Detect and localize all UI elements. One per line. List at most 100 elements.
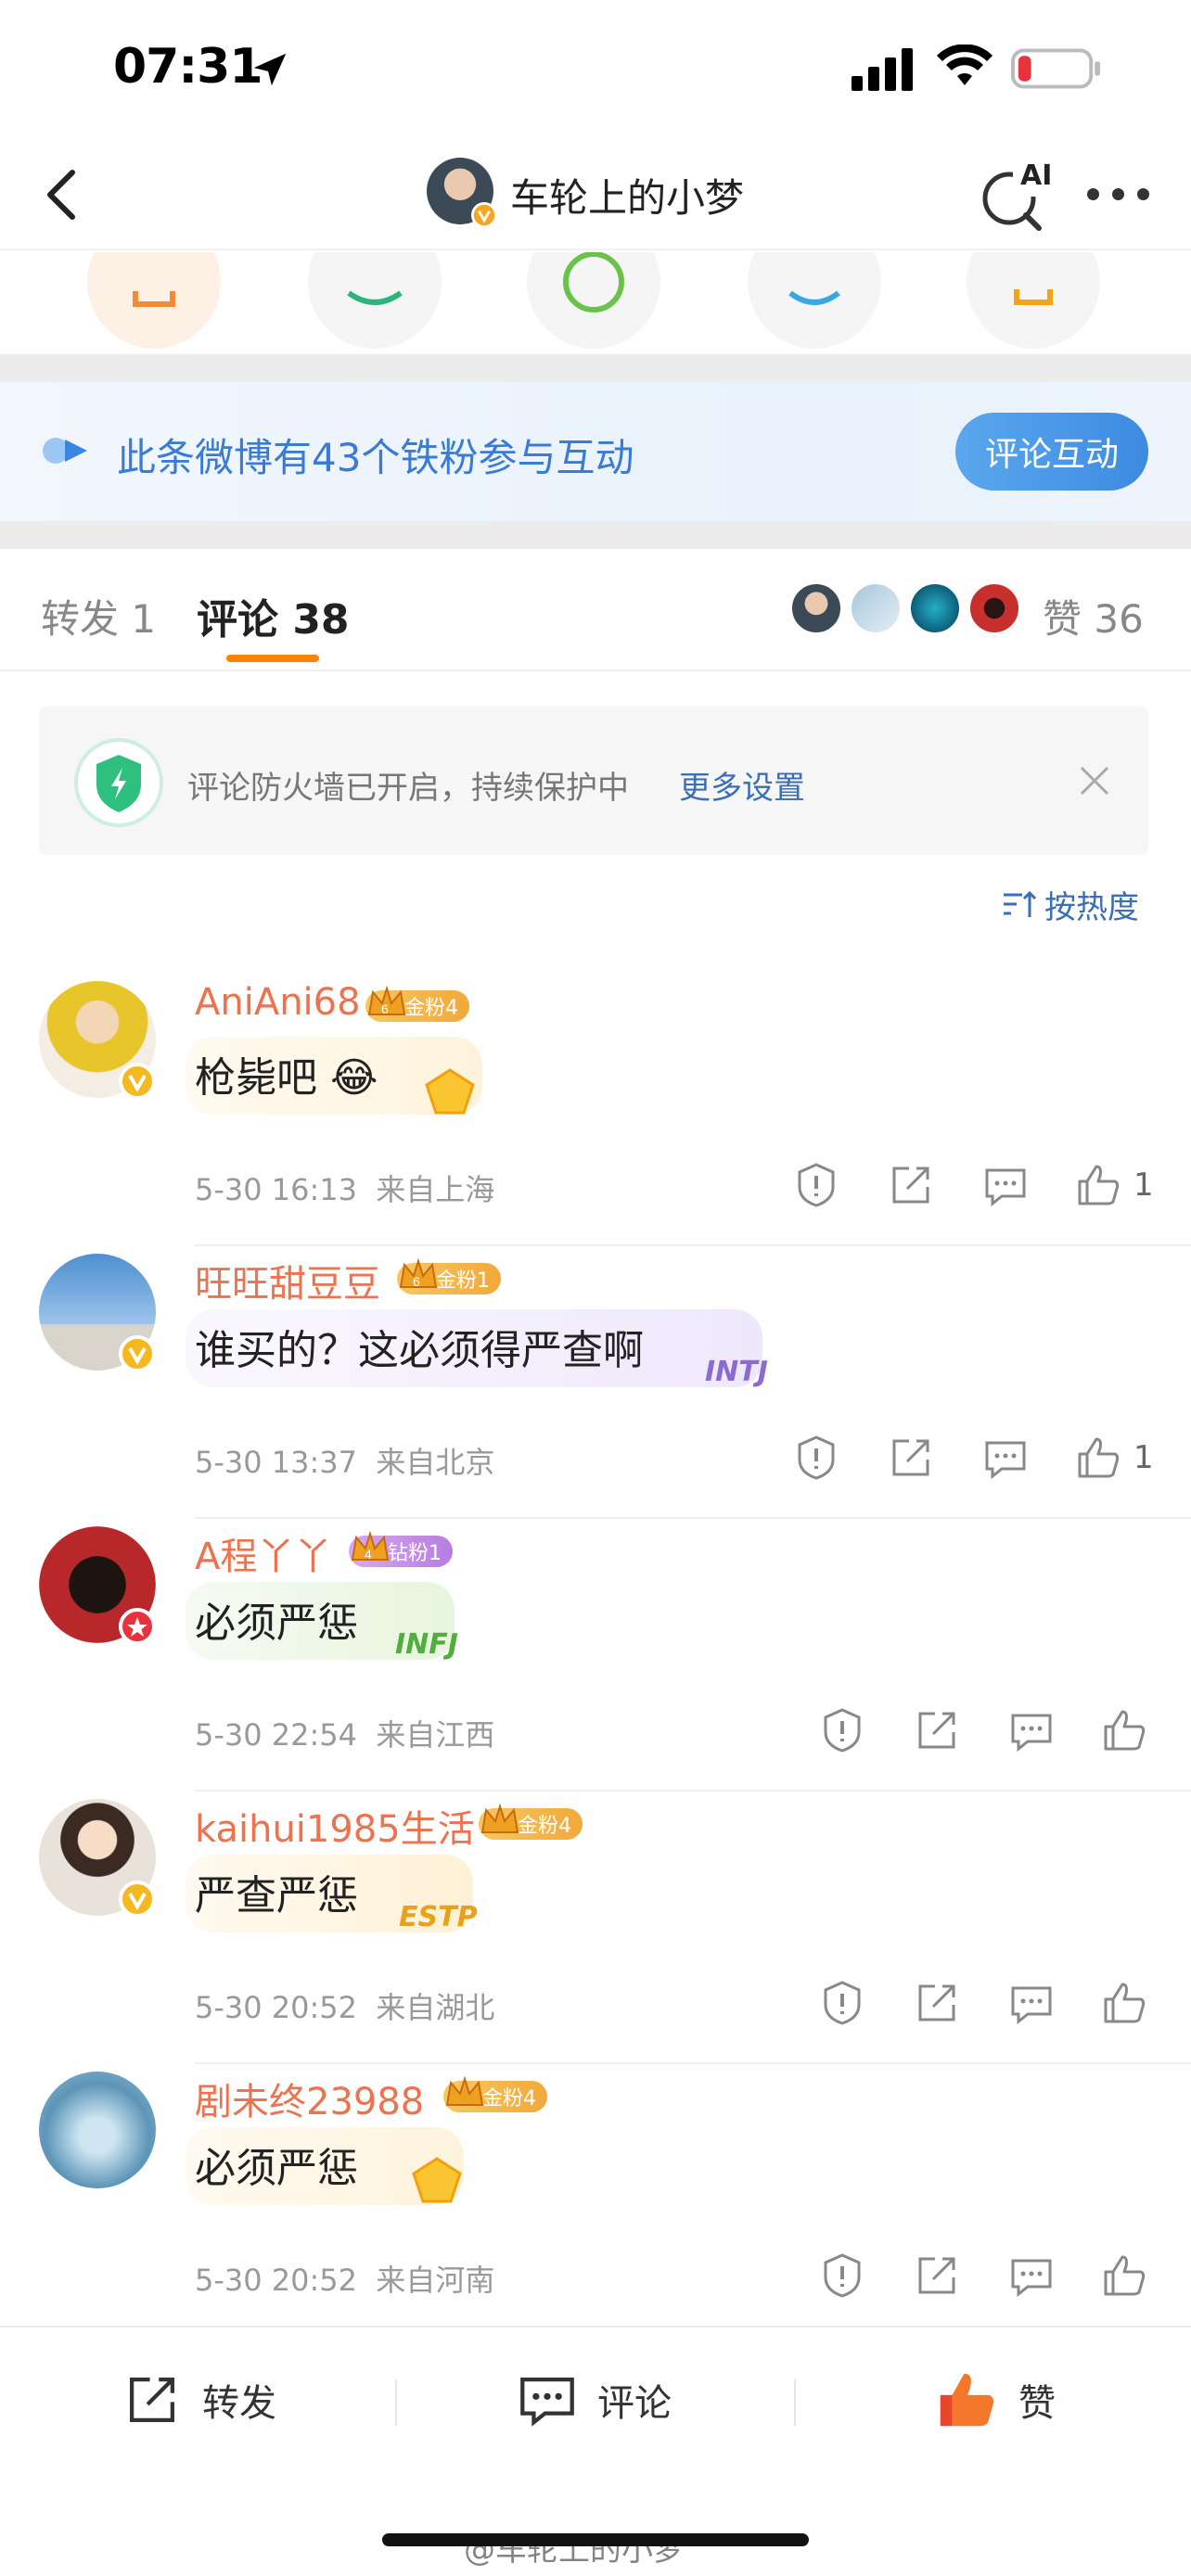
firewall-settings-link[interactable]: 更多设置: [679, 762, 805, 808]
like-button[interactable]: 赞: [933, 2363, 1056, 2437]
comment-text: 必须严惩: [195, 1600, 358, 1647]
report-icon[interactable]: [816, 1977, 868, 2029]
mbti-tag: INFJ: [395, 1628, 458, 1661]
tab-like[interactable]: 赞 36: [1043, 588, 1144, 644]
commenter-name[interactable]: 剧未终23988: [195, 2072, 424, 2125]
friends-icon[interactable]: [748, 252, 881, 349]
ai-search-button[interactable]: AI: [974, 154, 1057, 237]
share-moments-icon[interactable]: [527, 252, 660, 349]
verified-badge-icon: [119, 1335, 156, 1372]
bar-separator: [395, 2379, 397, 2426]
commenter-name[interactable]: 旺旺甜豆豆: [195, 1254, 380, 1307]
liked-thumb-icon: [940, 2373, 994, 2427]
bottom-action-bar: 转发 评论 赞 @车轮上的小梦: [0, 2326, 1191, 2576]
comment-text: 必须严惩: [195, 2145, 358, 2192]
section-divider: [0, 521, 1191, 549]
repost-button[interactable]: 转发: [121, 2363, 276, 2437]
home-indicator[interactable]: [382, 2533, 809, 2546]
crown-icon: [445, 2075, 484, 2106]
fan-badge-label: 钻粉1: [388, 1542, 442, 1565]
share-icon[interactable]: [885, 1159, 937, 1211]
chevron-left-icon: [47, 170, 75, 220]
reply-icon[interactable]: [1005, 1704, 1057, 1756]
fan-badge[interactable]: 6 金粉4: [365, 985, 469, 1022]
save-icon[interactable]: [967, 252, 1100, 349]
liker-avatar: [850, 582, 902, 634]
like-icon[interactable]: [1098, 1704, 1150, 1756]
fan-badge[interactable]: 4 钻粉1: [349, 1530, 453, 1567]
comment-location: 来自江西: [376, 1717, 495, 1753]
sort-button[interactable]: 按热度: [1000, 881, 1139, 927]
share-icon[interactable]: [885, 1432, 937, 1484]
share-icon[interactable]: [911, 2250, 963, 2302]
more-options-button[interactable]: [1076, 171, 1159, 217]
comment-location: 来自北京: [376, 1445, 495, 1480]
comment-item: 旺旺甜豆豆 6 金粉1 谁买的？这必须得严查啊 INTJ 5-30 13:37 …: [0, 1254, 1191, 1526]
chat-icon[interactable]: [308, 252, 442, 349]
gem-decoration-icon: [425, 1068, 475, 1115]
like-icon[interactable]: [1072, 1432, 1124, 1484]
comment-button[interactable]: 评论: [516, 2363, 672, 2437]
tab-repost[interactable]: 转发 1: [41, 588, 156, 644]
comment-meta: 5-30 13:37 来自北京: [195, 1439, 494, 1482]
comment-meta: 5-30 16:13 来自上海: [195, 1167, 494, 1209]
ai-label: AI: [1020, 159, 1053, 192]
comment-location: 来自湖北: [376, 1990, 495, 2025]
reply-icon[interactable]: [980, 1432, 1031, 1484]
reply-icon[interactable]: [980, 1159, 1031, 1211]
badge-level: 6: [381, 1001, 389, 1016]
more-dot-icon: [1086, 187, 1099, 200]
report-icon[interactable]: [790, 1432, 842, 1484]
reward-icon[interactable]: [87, 252, 221, 349]
gem-decoration-icon: [412, 2157, 462, 2203]
bar-separator: [794, 2379, 796, 2426]
comment-time: 5-30 20:52: [195, 1990, 358, 2025]
fan-badge[interactable]: 6 金粉1: [397, 1257, 501, 1294]
report-icon[interactable]: [816, 1704, 868, 1756]
commenter-name[interactable]: kaihui1985生活: [195, 1799, 475, 1853]
wifi-icon: [937, 45, 992, 85]
fans-banner: 此条微博有43个铁粉参与互动 评论互动: [0, 382, 1191, 521]
nav-title[interactable]: 车轮上的小梦: [510, 167, 744, 223]
verified-badge-icon: [119, 1608, 156, 1645]
like-icon[interactable]: [1098, 2250, 1150, 2302]
author-avatar[interactable]: [427, 158, 497, 228]
comment-interact-button[interactable]: 评论互动: [955, 413, 1148, 491]
reply-icon[interactable]: [1005, 1977, 1057, 2029]
fan-badge-label: 金粉4: [482, 2087, 536, 2111]
commenter-avatar[interactable]: [39, 2072, 156, 2188]
mbti-tag: INTJ: [705, 1356, 768, 1388]
like-icon[interactable]: [1098, 1977, 1150, 2029]
commenter-name[interactable]: A程丫丫: [195, 1526, 331, 1580]
comment-text: 枪毙吧 😂: [195, 1054, 378, 1102]
fan-badge[interactable]: 金粉4: [479, 1803, 583, 1840]
commenter-name[interactable]: AniAni68: [195, 981, 361, 1024]
more-dot-icon: [1111, 187, 1124, 200]
fan-badge-label: 金粉4: [518, 1815, 571, 1838]
reply-icon[interactable]: [1005, 2250, 1057, 2302]
share-icon[interactable]: [911, 1977, 963, 2029]
like-icon[interactable]: [1072, 1159, 1124, 1211]
interaction-tabs: 转发 1 评论 38 赞 36: [0, 549, 1191, 671]
like-count: 1: [1133, 1167, 1154, 1204]
comment-divider: [195, 1517, 1191, 1519]
comment-meta: 5-30 22:54 来自江西: [195, 1712, 494, 1754]
liker-avatar: [968, 582, 1020, 634]
cellular-signal-icon: [852, 48, 913, 91]
comment-item: AniAni68 6 金粉4 枪毙吧 😂 5-30 16:13 来自上海 1: [0, 981, 1191, 1254]
repost-icon: [130, 2378, 174, 2422]
comment-firewall-notice: 评论防火墙已开启，持续保护中 更多设置: [39, 707, 1148, 855]
close-icon[interactable]: [1076, 762, 1113, 799]
comment-location: 来自河南: [376, 2263, 495, 2298]
fans-logo-icon: [43, 438, 87, 464]
watermark: @车轮上的小梦: [464, 2531, 685, 2569]
share-icon[interactable]: [911, 1704, 963, 1756]
report-icon[interactable]: [816, 2250, 868, 2302]
crown-icon: 6: [399, 1257, 438, 1289]
tab-comment[interactable]: 评论 38: [197, 586, 350, 645]
back-button[interactable]: [26, 159, 96, 230]
liker-avatar: [790, 582, 842, 634]
comment-text: 严查严惩: [195, 1872, 358, 1919]
fan-badge[interactable]: 金粉4: [443, 2075, 547, 2112]
report-icon[interactable]: [790, 1159, 842, 1211]
